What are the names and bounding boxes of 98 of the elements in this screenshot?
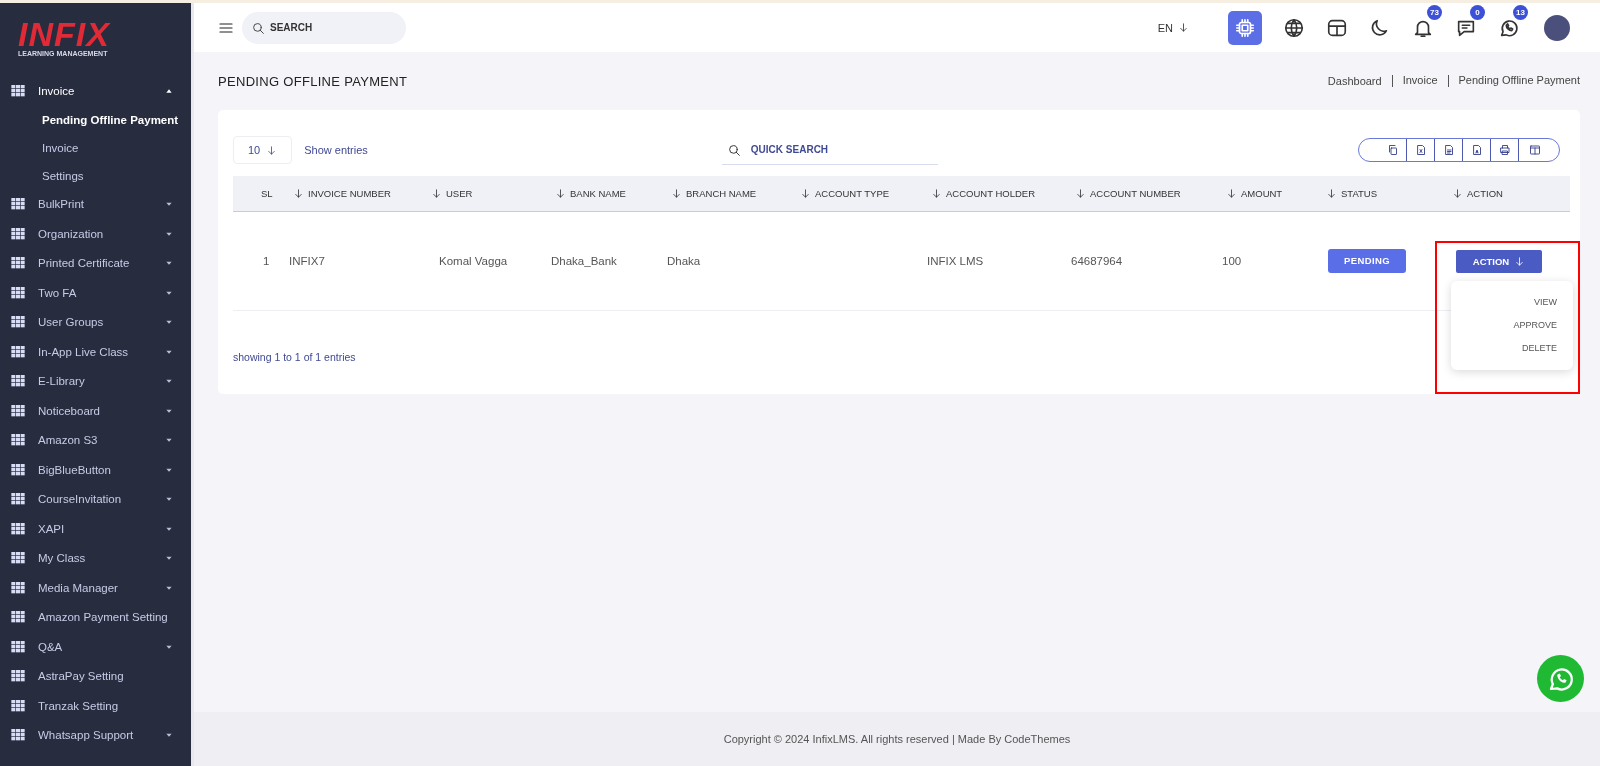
table-cell: Komal Vagga: [439, 255, 508, 267]
icon-button[interactable]: [1228, 10, 1262, 45]
sidebar-item[interactable]: Organization: [0, 219, 191, 249]
column-header[interactable]: ACTION: [1452, 188, 1503, 199]
search-icon: [252, 21, 265, 35]
table-cell: 100: [1222, 255, 1242, 267]
arrow-down-icon: [1326, 188, 1337, 199]
sidebar-item[interactable]: Q&A: [0, 632, 191, 662]
count-badge: 13: [1513, 4, 1528, 20]
count-badge: 73: [1427, 4, 1442, 20]
sidebar-item[interactable]: Printed Certificate: [0, 248, 191, 278]
column-header[interactable]: BANK NAME: [555, 188, 626, 199]
column-header[interactable]: SL: [261, 188, 273, 199]
grid-icon: [10, 697, 26, 714]
sidebar-item[interactable]: User Groups: [0, 307, 191, 337]
grid-icon: [10, 461, 26, 478]
sidebar-item[interactable]: XAPI: [0, 514, 191, 544]
avatar[interactable]: [1544, 14, 1570, 41]
grid-icon: [10, 638, 26, 655]
action-button[interactable]: ACTION: [1456, 249, 1542, 273]
quick-search-field[interactable]: QUICK SEARCH: [721, 135, 938, 165]
arrow-down-icon: [1452, 188, 1463, 199]
sidebar-item[interactable]: Amazon S3: [0, 425, 191, 455]
arrow-down-icon: [555, 188, 566, 199]
file-icon: [1470, 144, 1483, 156]
columns-icon: [1529, 144, 1541, 156]
arrow-down-icon: [1075, 188, 1086, 199]
sidebar-item[interactable]: AstraPay Setting: [0, 661, 191, 691]
sidebar-subitem[interactable]: Settings: [0, 161, 88, 190]
column-header[interactable]: USER: [431, 188, 473, 199]
column-header[interactable]: INVOICE NUMBER: [293, 188, 391, 199]
show-entries-label: Show entries: [304, 144, 368, 156]
file-icon: [1414, 144, 1427, 156]
sidebar-item[interactable]: In-App Live Class: [0, 337, 191, 367]
grid-icon: [10, 284, 26, 301]
menu-item[interactable]: VIEW: [1534, 292, 1557, 316]
table-cell: INFIX LMS: [927, 255, 984, 267]
search-icon: [727, 144, 741, 157]
column-header[interactable]: AMOUNT: [1226, 188, 1283, 199]
arrow-down-icon: [293, 188, 304, 199]
arrow-down-icon: [1514, 255, 1526, 267]
page-size-select[interactable]: 10: [233, 136, 293, 164]
chip-icon: [1234, 16, 1256, 39]
sidebar-item[interactable]: CourseInvitation: [0, 484, 191, 514]
breadcrumb-link[interactable]: Pending Offline Payment: [1447, 75, 1580, 87]
count-badge: 0: [1470, 4, 1485, 20]
sidebar-item[interactable]: Whatsapp Support: [0, 720, 191, 750]
sidebar-item[interactable]: Amazon Payment Setting: [0, 602, 191, 632]
arrow-down-icon: [1178, 22, 1189, 33]
print-icon: [1498, 144, 1511, 156]
table-cell: 64687964: [1071, 255, 1123, 267]
arrow-down-icon: [431, 188, 442, 199]
breadcrumb-link[interactable]: Dashboard: [1327, 75, 1382, 87]
language-selector[interactable]: EN: [1157, 21, 1189, 34]
sidebar-item[interactable]: Noticeboard: [0, 396, 191, 426]
grid-icon: [10, 579, 26, 596]
table-cell: INFIX7: [289, 255, 325, 267]
sidebar-item[interactable]: Media Manager: [0, 573, 191, 603]
grid-icon: [10, 402, 26, 419]
sidebar-item[interactable]: My Class: [0, 543, 191, 573]
search-field[interactable]: SEARCH: [242, 11, 406, 44]
arrow-down-icon: [800, 188, 811, 199]
breadcrumb-link[interactable]: Invoice: [1391, 75, 1438, 87]
column-header[interactable]: BRANCH NAME: [671, 188, 757, 199]
copy-icon: [1386, 144, 1399, 156]
table-cell: 1: [263, 255, 270, 267]
menu-item[interactable]: DELETE: [1522, 338, 1557, 362]
table-cell: Dhaka: [667, 255, 701, 267]
entries-info: showing 1 to 1 of 1 entries: [233, 351, 356, 363]
page-title: PENDING OFFLINE PAYMENT: [218, 73, 408, 89]
sidebar-item[interactable]: Tranzak Setting: [0, 691, 191, 721]
sidebar-item[interactable]: BulkPrint: [0, 189, 191, 219]
column-header[interactable]: ACCOUNT NUMBER: [1075, 188, 1181, 199]
sidebar-subitem[interactable]: Invoice: [0, 133, 83, 162]
table-cell: Dhaka_Bank: [551, 255, 617, 267]
sidebar-subitem[interactable]: Pending Offline Payment: [0, 105, 183, 134]
sidebar-item[interactable]: Two FA: [0, 278, 191, 308]
menu-item[interactable]: APPROVE: [1513, 315, 1557, 339]
sidebar-item[interactable]: BigBlueButton: [0, 455, 191, 485]
arrow-down-icon: [671, 188, 682, 199]
arrow-down-icon: [266, 144, 278, 156]
grid-icon: [10, 520, 26, 537]
file-icon: [1442, 144, 1455, 156]
column-header[interactable]: STATUS: [1326, 188, 1378, 199]
chat-button[interactable]: [1537, 655, 1584, 702]
grid-icon: [10, 225, 26, 242]
sidebar-item[interactable]: Invoice: [0, 76, 191, 106]
column-header[interactable]: ACCOUNT HOLDER: [931, 188, 1036, 199]
status-badge: PENDING: [1328, 249, 1406, 273]
arrow-down-icon: [931, 188, 942, 199]
logo-title: INFIX: [18, 19, 110, 49]
column-header[interactable]: ACCOUNT TYPE: [800, 188, 890, 199]
grid-icon: [10, 82, 26, 99]
copyright-text: Copyright © 2024 InfixLMS. All rights reserved | Made By CodeThemes: [723, 733, 1071, 745]
sidebar-item[interactable]: E-Library: [0, 366, 191, 396]
grid-icon: [10, 343, 26, 360]
arrow-down-icon: [1226, 188, 1237, 199]
globe-icon[interactable]: [1283, 16, 1305, 39]
